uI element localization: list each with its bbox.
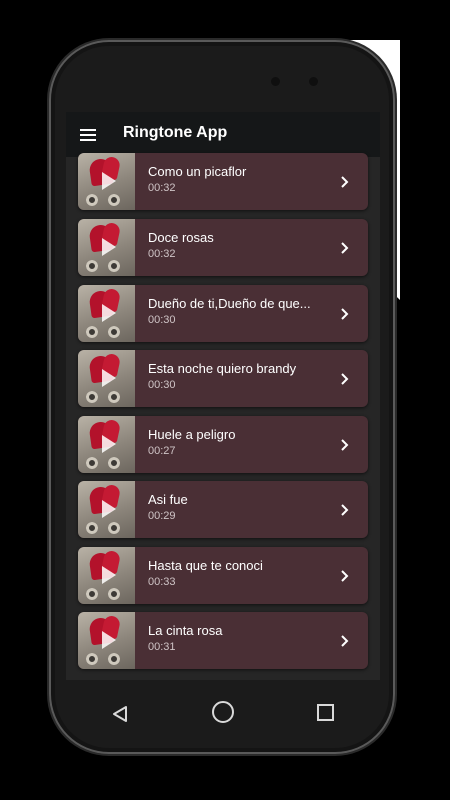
song-title: La cinta rosa (148, 623, 223, 638)
chevron-right-icon[interactable] (340, 176, 350, 188)
play-icon[interactable] (102, 304, 116, 322)
chevron-right-icon[interactable] (340, 504, 350, 516)
song-title: Como un picaflor (148, 164, 247, 179)
chevron-right-icon[interactable] (340, 635, 350, 647)
play-icon[interactable] (102, 238, 116, 256)
home-circle-icon[interactable] (212, 701, 234, 723)
song-duration: 00:32 (148, 182, 176, 194)
camera-dot (309, 77, 318, 86)
list-item[interactable]: Como un picaflor 00:32 (78, 153, 368, 210)
play-icon[interactable] (102, 369, 116, 387)
speaker-dot (271, 77, 280, 86)
list-item[interactable]: Asi fue 00:29 (78, 481, 368, 538)
play-icon[interactable] (102, 172, 116, 190)
chevron-right-icon[interactable] (340, 308, 350, 320)
list-item[interactable]: La cinta rosa 00:31 (78, 612, 368, 669)
play-icon[interactable] (102, 566, 116, 584)
app-bar: Ringtone App (66, 112, 380, 157)
song-duration: 00:30 (148, 379, 176, 391)
album-thumbnail (78, 153, 135, 210)
song-duration: 00:32 (148, 248, 176, 260)
song-duration: 00:33 (148, 576, 176, 588)
list-item[interactable]: Huele a peligro 00:27 (78, 416, 368, 473)
app-screen: Ringtone App Como un picaflor 00:32 Doce… (66, 112, 380, 680)
play-icon[interactable] (102, 435, 116, 453)
album-thumbnail (78, 416, 135, 473)
list-item[interactable]: Esta noche quiero brandy 00:30 (78, 350, 368, 407)
hamburger-menu-icon[interactable] (80, 129, 96, 141)
album-thumbnail (78, 285, 135, 342)
album-thumbnail (78, 350, 135, 407)
play-icon[interactable] (102, 500, 116, 518)
song-duration: 00:30 (148, 314, 176, 326)
album-thumbnail (78, 612, 135, 669)
chevron-right-icon[interactable] (340, 439, 350, 451)
song-duration: 00:27 (148, 445, 176, 457)
app-title: Ringtone App (123, 124, 228, 141)
song-title: Asi fue (148, 492, 188, 507)
chevron-right-icon[interactable] (340, 373, 350, 385)
chevron-right-icon[interactable] (340, 242, 350, 254)
ringtone-list[interactable]: Como un picaflor 00:32 Doce rosas 00:32 … (66, 153, 380, 680)
song-title: Hasta que te conoci (148, 558, 263, 573)
song-duration: 00:31 (148, 641, 176, 653)
album-thumbnail (78, 219, 135, 276)
song-title: Esta noche quiero brandy (148, 361, 297, 376)
list-item[interactable]: Dueño de ti,Dueño de que... 00:30 (78, 285, 368, 342)
play-icon[interactable] (102, 631, 116, 649)
chevron-right-icon[interactable] (340, 570, 350, 582)
system-nav-bar (66, 680, 380, 744)
back-triangle-icon[interactable] (112, 705, 128, 723)
song-title: Doce rosas (148, 230, 214, 245)
song-title: Huele a peligro (148, 427, 236, 442)
song-duration: 00:29 (148, 510, 176, 522)
song-title: Dueño de ti,Dueño de que... (148, 296, 311, 311)
list-item[interactable]: Doce rosas 00:32 (78, 219, 368, 276)
recents-square-icon[interactable] (317, 704, 334, 721)
album-thumbnail (78, 481, 135, 538)
album-thumbnail (78, 547, 135, 604)
list-item[interactable]: Hasta que te conoci 00:33 (78, 547, 368, 604)
